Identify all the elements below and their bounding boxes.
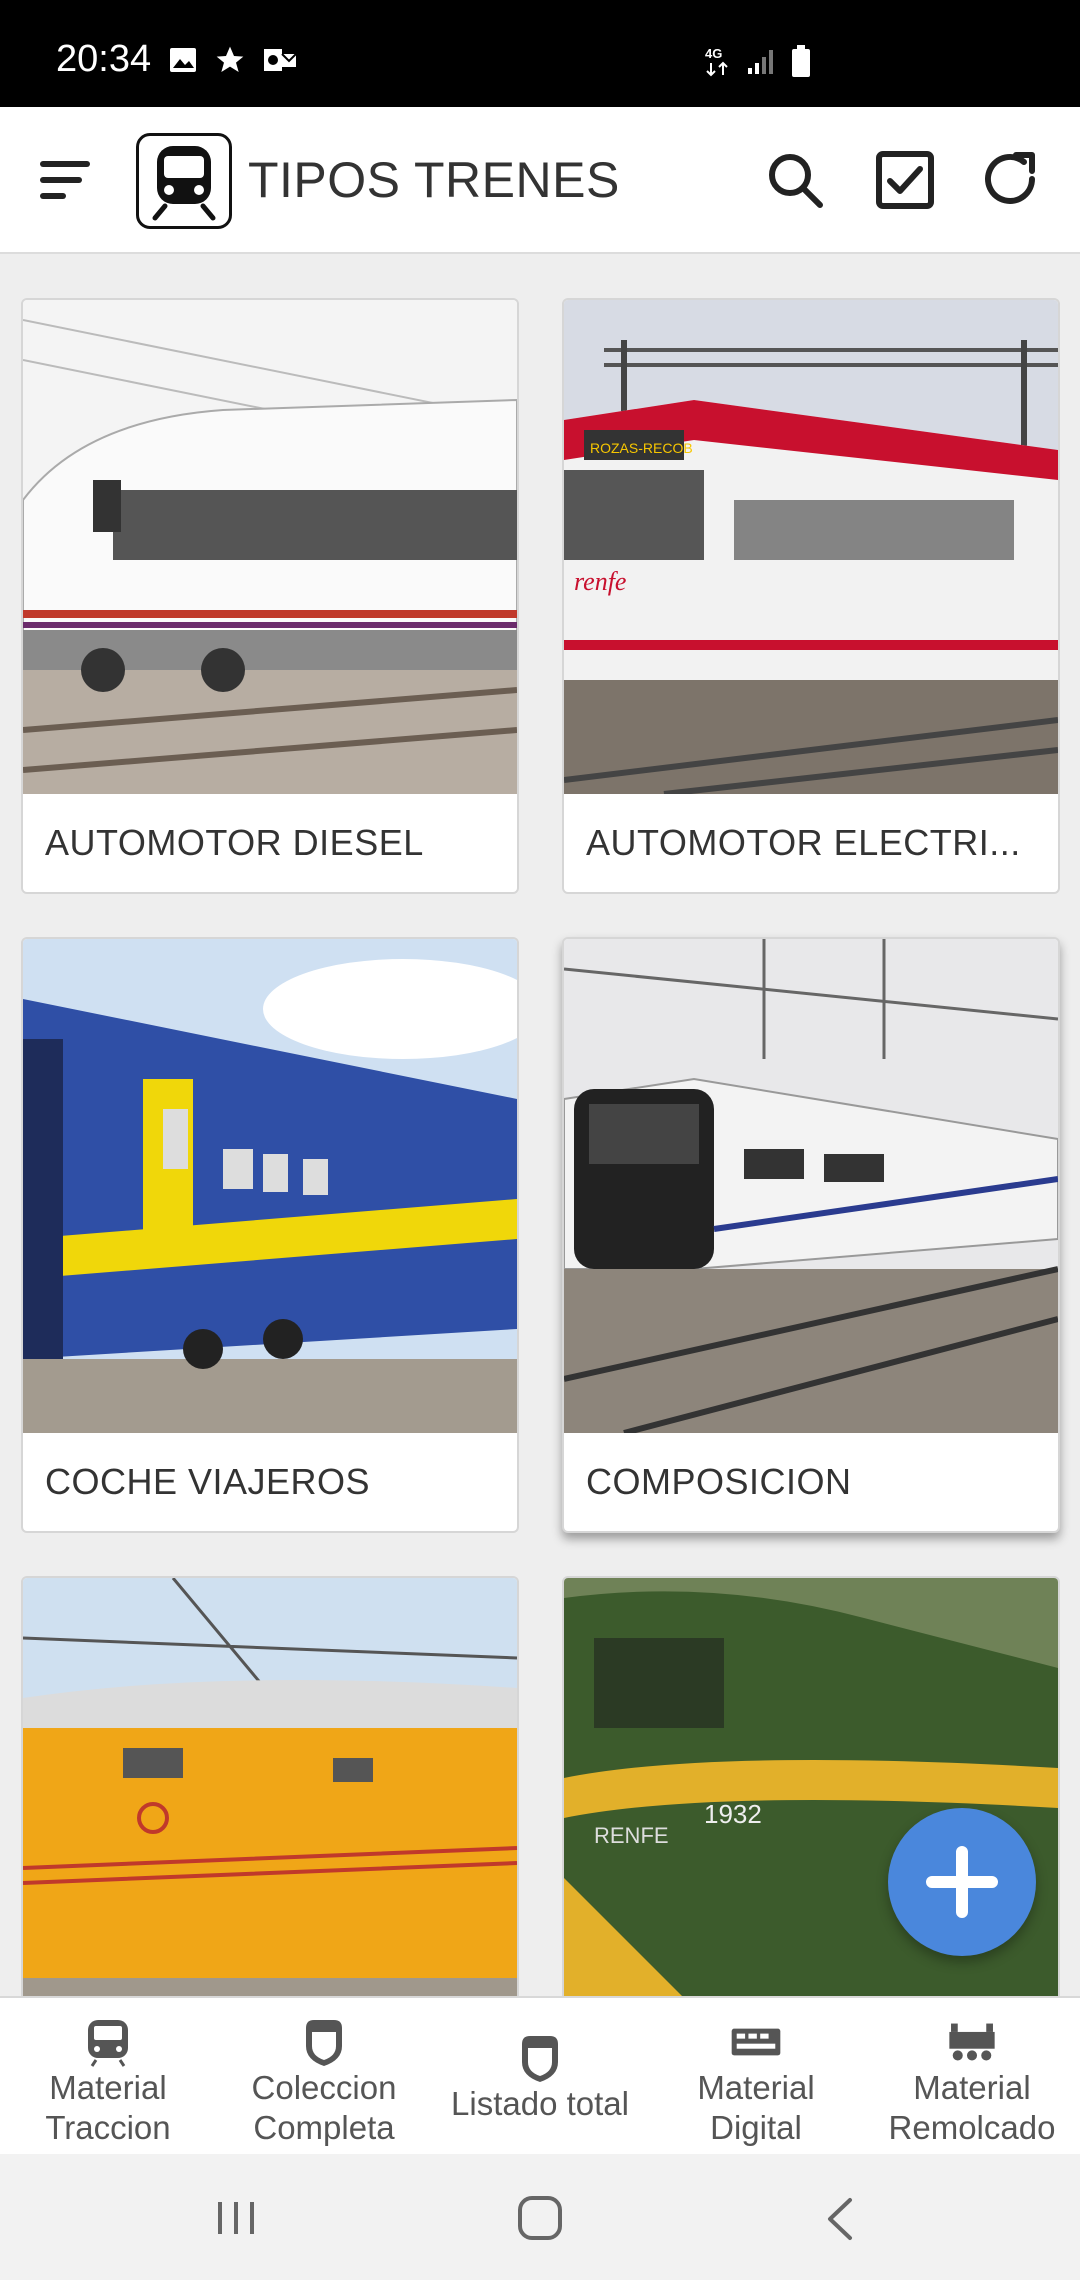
nav-coleccion-completa[interactable]: Coleccion Completa bbox=[216, 1998, 432, 2154]
signal-icon bbox=[748, 50, 773, 74]
nav-label: Coleccion Completa bbox=[251, 2069, 397, 2146]
refresh-icon[interactable] bbox=[980, 149, 1042, 211]
add-button[interactable] bbox=[888, 1808, 1036, 1956]
svg-text:renfe: renfe bbox=[574, 567, 626, 596]
shield-icon bbox=[522, 2036, 558, 2082]
network-4g-icon: 4G bbox=[705, 46, 728, 77]
status-bar: 20:34 4G bbox=[0, 0, 1080, 107]
locomotive-icon bbox=[88, 2020, 128, 2067]
card-item-5[interactable] bbox=[21, 1576, 519, 1996]
nav-material-digital[interactable]: Material Digital bbox=[648, 1998, 864, 2154]
card-label: COMPOSICION bbox=[586, 1461, 852, 1502]
card-automotor-diesel[interactable]: AUTOMOTOR DIESEL bbox=[21, 298, 519, 894]
battery-icon bbox=[792, 45, 810, 77]
card-label: AUTOMOTOR DIESEL bbox=[45, 822, 424, 863]
status-time: 20:34 bbox=[56, 38, 152, 80]
shield-icon bbox=[306, 2020, 342, 2066]
card-image bbox=[23, 1578, 517, 1996]
gallery-icon bbox=[170, 48, 196, 72]
card-image bbox=[23, 300, 517, 794]
outlook-icon bbox=[264, 49, 297, 71]
card-label: AUTOMOTOR ELECTRI... bbox=[586, 822, 1021, 863]
app-bar: TIPOS TRENES bbox=[0, 107, 1080, 254]
svg-text:4G: 4G bbox=[705, 46, 722, 61]
svg-text:ROZAS-RECOB: ROZAS-RECOB bbox=[590, 440, 693, 456]
search-icon[interactable] bbox=[764, 149, 826, 211]
star-icon bbox=[216, 46, 244, 72]
card-composicion[interactable]: COMPOSICION bbox=[562, 937, 1060, 1533]
svg-text:1932: 1932 bbox=[704, 1799, 762, 1829]
card-label: COCHE VIAJEROS bbox=[45, 1461, 371, 1502]
nav-listado-total[interactable]: Listado total bbox=[432, 1998, 648, 2154]
nav-material-traccion[interactable]: Material Traccion bbox=[0, 1998, 216, 2154]
back-icon[interactable] bbox=[822, 2196, 858, 2242]
digital-card-icon bbox=[731, 2028, 781, 2056]
card-coche-viajeros[interactable]: COCHE VIAJEROS bbox=[21, 937, 519, 1533]
card-image bbox=[564, 939, 1058, 1433]
checkbox-icon[interactable] bbox=[874, 149, 936, 211]
card-image bbox=[23, 939, 517, 1433]
card-image: ROZAS-RECOB renfe bbox=[564, 300, 1058, 794]
train-types-grid: AUTOMOTOR DIESEL ROZAS-RECOB renfe AUTOM… bbox=[0, 256, 1080, 1996]
app-logo bbox=[136, 133, 232, 229]
nav-label: Material Remolcado bbox=[888, 2069, 1056, 2146]
plus-icon bbox=[926, 1846, 998, 1918]
recent-apps-icon[interactable] bbox=[214, 2198, 260, 2238]
app-title: TIPOS TRENES bbox=[248, 152, 620, 208]
nav-label: Listado total bbox=[451, 2085, 629, 2122]
menu-icon[interactable] bbox=[38, 155, 98, 205]
svg-text:RENFE: RENFE bbox=[594, 1823, 669, 1848]
nav-material-remolcado[interactable]: Material Remolcado bbox=[864, 1998, 1080, 2154]
bottom-navigation: Material Traccion Coleccion Completa Lis… bbox=[0, 1996, 1080, 2154]
card-automotor-electrico[interactable]: ROZAS-RECOB renfe AUTOMOTOR ELECTRI... bbox=[562, 298, 1060, 894]
nav-label: Material Digital bbox=[697, 2069, 815, 2146]
system-navigation-bar bbox=[0, 2154, 1080, 2280]
train-icon bbox=[152, 146, 216, 221]
nav-label: Material Traccion bbox=[45, 2069, 171, 2146]
wagon-icon bbox=[949, 2023, 995, 2061]
home-icon[interactable] bbox=[516, 2194, 564, 2242]
